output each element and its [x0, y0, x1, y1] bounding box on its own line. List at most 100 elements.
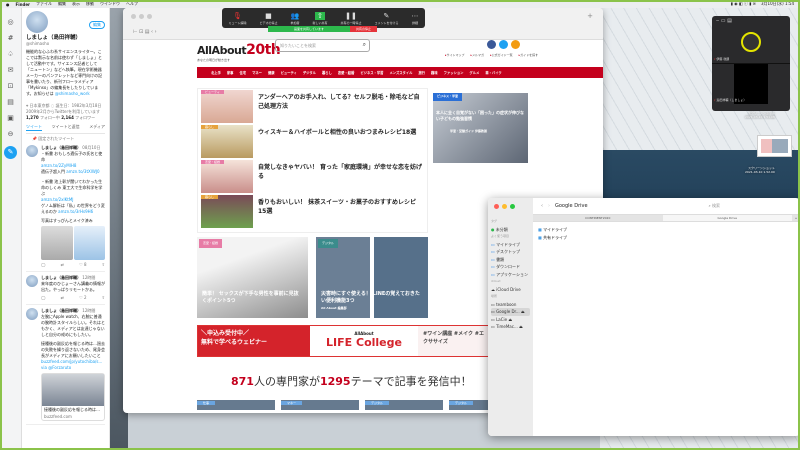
nav-item[interactable]: 車・バイク	[485, 70, 501, 75]
search-icon[interactable]: ⌕	[363, 41, 366, 49]
edit-profile-button[interactable]: 編集	[89, 21, 105, 29]
eject-icon[interactable]: ⏏	[507, 317, 512, 322]
sitemap-link[interactable]: サイトマップ	[445, 53, 465, 57]
bookmark-icon[interactable]: ⊡	[8, 82, 14, 90]
bio-link[interactable]: @shimasho_work	[55, 91, 90, 96]
tweet-via[interactable]: via @Forzaruto	[41, 365, 71, 370]
zoom-pause-button[interactable]: ❚❚ 共有の一時停止	[340, 12, 361, 25]
compose-tweet-button[interactable]: ✎	[4, 146, 17, 159]
menu-go[interactable]: 移動	[86, 1, 94, 7]
nav-item[interactable]: メンズスタイル	[389, 70, 412, 75]
tweet-photo[interactable]	[41, 226, 73, 260]
bottom-card[interactable]: マネー	[281, 400, 359, 410]
menu-help[interactable]: ヘルプ	[126, 1, 138, 7]
menu-view[interactable]: 表示	[72, 1, 80, 7]
folder-item[interactable]: マイドライブ	[538, 226, 567, 234]
list-icon[interactable]: ▤	[7, 98, 14, 106]
link-card[interactable]: 接種後の副反応を報じる時は… buzzfeed.com	[41, 373, 105, 421]
nav-item[interactable]: ファッション	[444, 70, 464, 75]
tweet-item[interactable]: しましょ（島田祥輔） 12時間 左腕にApple watch、右腕に普通の腕時計…	[26, 305, 105, 425]
new-tab-button[interactable]: +	[792, 215, 800, 221]
life-college-banner[interactable]: ＼申込み受付中／ 無料で学べるウェビナー AllAbout LIFE College…	[197, 325, 490, 357]
article-card[interactable]: 恋愛・結婚 簡単！ セックスが下手な男性を事前に見抜くポイント5つ	[197, 237, 308, 318]
sidebar-item-favorite[interactable]: ▭ デスクトップ	[491, 248, 530, 256]
close-button[interactable]	[494, 204, 499, 209]
back-button[interactable]: ‹	[541, 203, 543, 209]
nav-item[interactable]: 趣味	[431, 70, 438, 75]
participant-tile[interactable]: ⫽ 伊藤 敦朗	[712, 26, 790, 64]
find-guide-link[interactable]: ガイドを探す	[519, 53, 538, 57]
tab-media[interactable]: メディア	[89, 124, 105, 131]
sidebar-item-favorite[interactable]: ▭ マイドライブ	[491, 241, 530, 249]
desktop-file-screenshot[interactable]: スクリーンショット 2021-03-10 1.52.00	[745, 166, 775, 174]
nav-item[interactable]: 北上手	[211, 70, 221, 75]
profile-avatar[interactable]	[26, 11, 48, 33]
bell-icon[interactable]: ♤	[7, 50, 13, 58]
guides-link[interactable]: 公式ガイド一覧	[490, 53, 513, 57]
article-item[interactable]: 恋愛・結婚 自覚しなきゃヤバい！ 育った「家庭環境」が幸せな恋を妨げる	[198, 159, 427, 194]
sidebar-item-favorite[interactable]: ▭ 書類	[491, 256, 530, 264]
forward-button[interactable]: ›	[548, 203, 550, 209]
zoom-button[interactable]	[510, 204, 515, 209]
like-icon[interactable]: ♡ 8	[79, 262, 86, 268]
clock[interactable]: 3月10日(水) 1:54	[761, 1, 794, 7]
sidebar-item-location[interactable]: ▭ Google Dr... ⏏	[491, 308, 530, 316]
folder-item[interactable]: 共有ドライブ	[538, 234, 567, 242]
allabout-logo[interactable]: AllAbout20th あなたの明日が動き出す	[197, 42, 281, 62]
rss-icon[interactable]	[511, 40, 520, 49]
menu-file[interactable]: ファイル	[36, 1, 52, 7]
nav-item[interactable]: 旅行	[418, 70, 425, 75]
tweet-link[interactable]: amzn.to/3tXlWJ0	[66, 169, 99, 174]
mail-icon[interactable]: ✉	[8, 66, 14, 74]
sidebar-item-favorite[interactable]: ▭ アプリケーション	[491, 271, 530, 279]
retweet-icon[interactable]: ⇄	[61, 295, 64, 301]
tweet-item[interactable]: しましょ（島田祥輔） 12時間 来年度のひじょーさん講義の情報が出た。やっぱりリ…	[26, 272, 105, 305]
nav-item[interactable]: デジタル	[303, 70, 316, 75]
finder-tab[interactable]: CONTINENT2020	[533, 215, 663, 221]
twitter-icon[interactable]	[499, 40, 508, 49]
zoom-share-button[interactable]: ⇧ 新しい共有	[312, 11, 328, 25]
nav-item[interactable]: 恋愛・結婚	[338, 70, 354, 75]
like-icon[interactable]: ♡ 2	[79, 295, 86, 301]
close-button[interactable]	[131, 14, 136, 19]
tweet-link[interactable]: buzzfeed.com/jp/yutochiba/s...	[41, 359, 102, 364]
tweet-photo[interactable]	[73, 226, 105, 260]
nav-item[interactable]: ビューティ	[281, 70, 297, 75]
status-icons[interactable]: ▮ ◉ ◧ ⓘ ▮ ≋	[731, 1, 756, 7]
zoom-mic-muted-button[interactable]: 🎙 ミュート解除	[228, 12, 246, 25]
sidebar-tag[interactable]: ● 未分類	[491, 226, 530, 234]
finder-tab[interactable]: Google Drive	[662, 215, 792, 221]
minimize-button[interactable]	[139, 14, 144, 19]
tab-replies[interactable]: ツイートと返信	[52, 124, 80, 131]
video-panel-controls[interactable]: ‒ ▭ ▤	[712, 16, 790, 26]
desktop-file-screenshot[interactable]: スクリーンショット 2021-03-10 1.51.08	[745, 111, 775, 119]
sidebar-item-location[interactable]: ▭ LaCie ⏏	[491, 316, 530, 324]
article-item[interactable]: 暮らし 香りもおいしい！ 抹茶スイーツ・お菓子のおすすめレシピ15選	[198, 194, 427, 229]
nav-item[interactable]: 健康	[268, 70, 275, 75]
sidebar-item-icloud-drive[interactable]: ☁ iCloud Drive	[491, 286, 530, 294]
sidebar-item-location[interactable]: ▭ TimeMac... ⏏	[491, 323, 530, 331]
minimize-button[interactable]	[502, 204, 507, 209]
menu-window[interactable]: ウインドウ	[100, 1, 120, 7]
follow-counts[interactable]: 1,270 フォロー中 2,164 フォロワー	[26, 115, 105, 121]
article-item[interactable]: ビューティ アンダーヘアのお手入れ、してる？セルフ脱毛・除毛など自己処理方法	[198, 89, 427, 124]
more-icon[interactable]: ⊖	[8, 130, 14, 138]
newsletter-link[interactable]: メルマガ	[471, 53, 484, 57]
zoom-more-button[interactable]: ⋯ 詳細	[411, 12, 418, 25]
nav-item[interactable]: マネー	[252, 70, 262, 75]
article-item[interactable]: 暮らし ウィスキー＆ハイボールと相性の良いおつまみレシピ18選	[198, 124, 427, 159]
nav-item[interactable]: 家事	[227, 70, 234, 75]
tweet-item[interactable]: しましょ（島田祥輔） 08月10日 ・新書 おもしろ遺伝子の氏名と使命 amzn…	[26, 142, 105, 272]
nav-item[interactable]: ビジネス・学習	[360, 70, 383, 75]
menu-app[interactable]: Finder	[16, 2, 31, 7]
hashtag-icon[interactable]: #	[8, 34, 14, 42]
article-card[interactable]: デジタル 災害時にすぐ使える！ LINEの覚えておきたい便利機能3つ All Abo…	[316, 237, 428, 318]
zoom-button[interactable]	[147, 14, 152, 19]
tab-tweets[interactable]: ツイート	[26, 124, 42, 131]
sidebar-item-favorite[interactable]: ▭ ダウンロード	[491, 263, 530, 271]
site-search-input[interactable]: 知りたいことを検索 ⌕	[275, 39, 370, 52]
finder-search[interactable]: ⌕ 検索	[708, 203, 720, 209]
zoom-participants-button[interactable]: 👥 参加者	[290, 12, 299, 25]
eject-icon[interactable]: ⏏	[520, 309, 525, 314]
bottom-card[interactable]: デジタル	[365, 400, 443, 410]
